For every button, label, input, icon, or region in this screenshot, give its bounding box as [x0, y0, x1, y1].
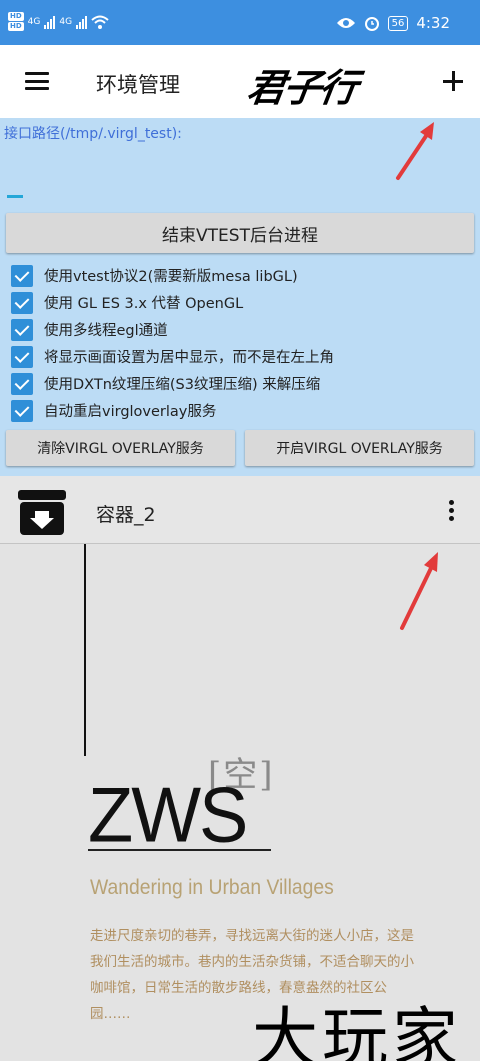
- option-label: 将显示画面设置为居中显示，而不是在左上角: [44, 350, 334, 366]
- artwork-underline: [88, 849, 271, 851]
- page-title: 环境管理: [96, 73, 180, 97]
- clock: 4:32: [416, 14, 450, 32]
- checkbox[interactable]: [11, 291, 33, 314]
- checkbox[interactable]: [11, 318, 33, 341]
- checkbox[interactable]: [11, 372, 33, 395]
- more-options-icon[interactable]: [449, 500, 455, 522]
- eye-icon: [336, 18, 355, 28]
- hd-badge: HD: [8, 12, 24, 21]
- option-list: 使用vtest协议2(需要新版mesa libGL) 使用 GL ES 3.x …: [11, 262, 334, 424]
- container-list-item[interactable]: 容器_2: [0, 476, 480, 544]
- option-item[interactable]: 自动重启virgloverlay服务: [11, 397, 334, 424]
- option-item[interactable]: 使用多线程egl通道: [11, 316, 334, 343]
- menu-icon[interactable]: [25, 72, 49, 90]
- start-overlay-button[interactable]: 开启VIRGL OVERLAY服务: [245, 430, 474, 466]
- checkbox[interactable]: [11, 399, 33, 422]
- artwork-subtitle: Wandering in Urban Villages: [90, 876, 334, 899]
- option-item[interactable]: 使用 GL ES 3.x 代替 OpenGL: [11, 289, 334, 316]
- artwork-title: ZWS: [88, 770, 248, 859]
- battery-icon: 56: [387, 15, 409, 31]
- checkbox[interactable]: [11, 345, 33, 368]
- option-label: 使用DXTn纹理压缩(S3纹理压缩) 来解压缩: [44, 377, 321, 393]
- option-item[interactable]: 使用DXTn纹理压缩(S3纹理压缩) 来解压缩: [11, 370, 334, 397]
- network-label: 4G: [27, 16, 41, 27]
- wifi-icon: [91, 15, 109, 29]
- option-label: 自动重启virgloverlay服务: [44, 404, 217, 420]
- option-label: 使用 GL ES 3.x 代替 OpenGL: [44, 296, 244, 312]
- clear-overlay-button[interactable]: 清除VIRGL OVERLAY服务: [6, 430, 235, 466]
- annotation-arrow: [396, 122, 434, 180]
- option-item[interactable]: 使用vtest协议2(需要新版mesa libGL): [11, 262, 334, 289]
- brand-logo: 君子行: [244, 65, 359, 110]
- archive-icon[interactable]: [17, 489, 67, 536]
- hd-badge: HD: [8, 22, 24, 31]
- stop-vtest-button[interactable]: 结束VTEST后台进程: [6, 213, 474, 253]
- option-label: 使用vtest协议2(需要新版mesa libGL): [44, 269, 298, 285]
- option-item[interactable]: 将显示画面设置为居中显示，而不是在左上角: [11, 343, 334, 370]
- signal-icon: [76, 15, 88, 29]
- status-left: HD HD 4G 4G: [8, 12, 109, 31]
- path-label: 接口路径(/tmp/.virgl_test):: [4, 126, 182, 142]
- checkbox[interactable]: [11, 264, 33, 287]
- watermark: 大玩家: [252, 1000, 462, 1061]
- signal-icon: [44, 15, 56, 29]
- hd-badges: HD HD: [8, 12, 24, 31]
- status-right: 56 4:32: [336, 14, 450, 32]
- path-input[interactable]: [7, 195, 23, 198]
- annotation-arrow: [400, 552, 438, 630]
- app-bar: 环境管理 君子行: [0, 45, 480, 118]
- status-bar: HD HD 4G 4G 56 4:32: [0, 0, 480, 45]
- alarm-icon: [364, 17, 379, 31]
- option-label: 使用多线程egl通道: [44, 323, 168, 339]
- add-icon[interactable]: [440, 68, 466, 94]
- network-label: 4G: [59, 16, 73, 27]
- container-name: 容器_2: [96, 504, 156, 526]
